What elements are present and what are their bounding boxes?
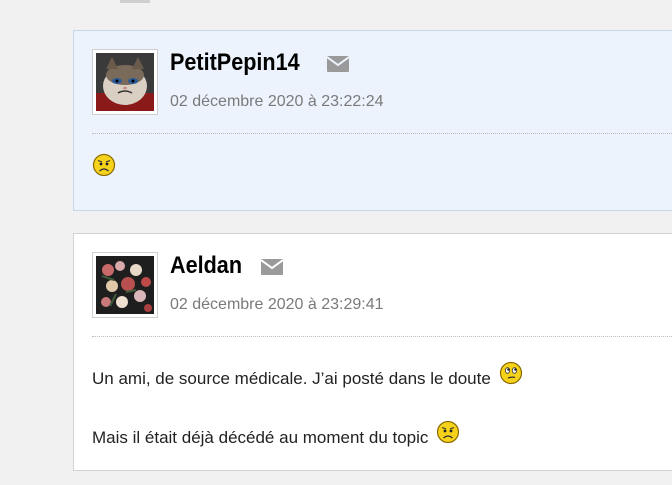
post-body — [92, 153, 116, 179]
sad-face-icon — [436, 420, 460, 444]
forum-post: Aeldan 02 décembre 2020 à 23:29:41 Un am… — [73, 233, 672, 471]
post-line: Mais il était déjà décédé au moment du t… — [92, 420, 460, 448]
thinking-face-icon — [499, 361, 523, 385]
user-avatar[interactable] — [92, 252, 158, 318]
post-separator — [92, 133, 672, 134]
scroll-remnant — [120, 0, 150, 3]
cat-avatar-icon — [96, 53, 154, 111]
mail-icon[interactable] — [327, 56, 349, 72]
post-text: Un ami, de source médicale. J’ai posté d… — [92, 369, 491, 388]
post-author[interactable]: PetitPepin14 — [170, 49, 300, 77]
forum-post: PetitPepin14 02 décembre 2020 à 23:22:24 — [73, 30, 672, 211]
user-avatar[interactable] — [92, 49, 158, 115]
post-date[interactable]: 02 décembre 2020 à 23:29:41 — [170, 296, 384, 314]
post-date[interactable]: 02 décembre 2020 à 23:22:24 — [170, 93, 384, 111]
post-author[interactable]: Aeldan — [170, 252, 242, 280]
post-separator — [92, 336, 672, 337]
mail-icon[interactable] — [261, 259, 283, 275]
post-text: Mais il était déjà décédé au moment du t… — [92, 428, 429, 447]
flowers-avatar-icon — [96, 256, 154, 314]
sad-face-icon — [92, 153, 116, 177]
post-line: Un ami, de source médicale. J’ai posté d… — [92, 361, 523, 389]
